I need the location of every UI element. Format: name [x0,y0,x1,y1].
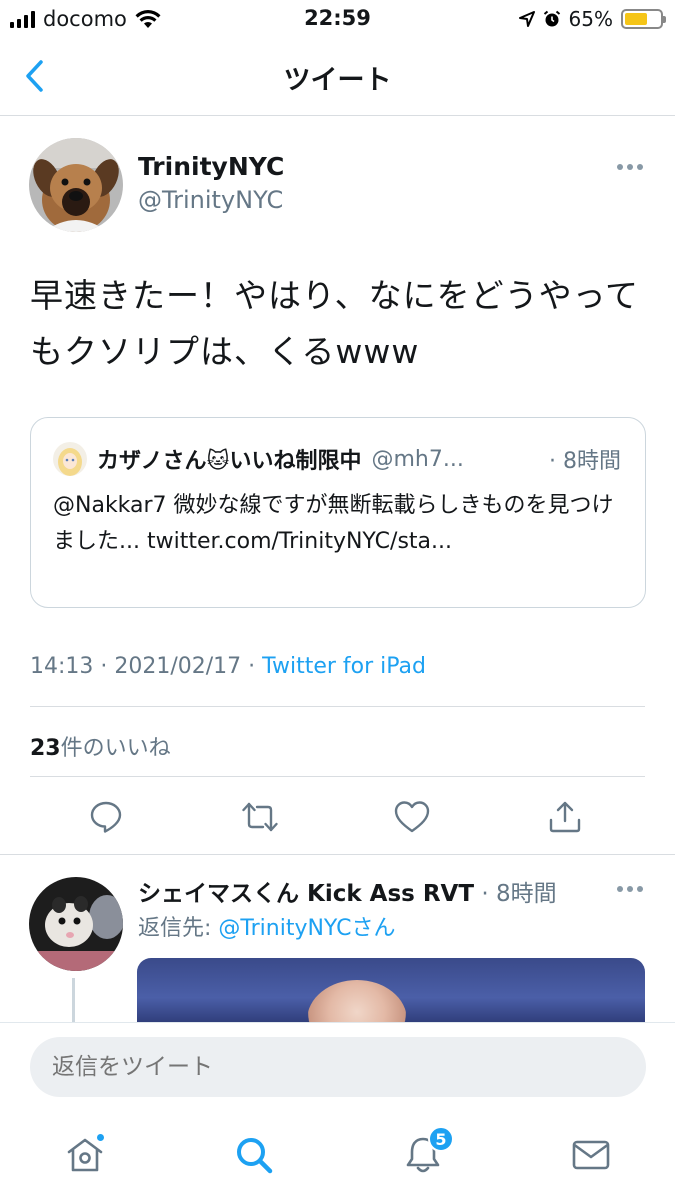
likes-label: 件のいいね [60,736,171,761]
divider [30,706,645,707]
battery-level [625,13,648,25]
tweet-text: 早速きたー！やはり、なにをどうやってもクソリプは、くるwww [30,276,640,371]
reply-author-avatar[interactable] [29,877,123,971]
more-icon-dot [627,164,633,170]
quoted-tweet-header: カザノさん🐱いいね制限中 @mh7... · 8時間 [53,442,621,476]
tab-search[interactable] [227,1128,281,1182]
retweet-icon [242,802,278,832]
battery-percent: 65% [568,7,613,31]
likes-count-link[interactable]: 23件のいいね [30,730,171,762]
search-icon [237,1138,273,1174]
reply-header: シェイマスくん Kick Ass RVT · 8時間 [138,874,557,908]
more-icon-dot [617,164,623,170]
alarm-icon [543,10,560,27]
divider [30,776,645,777]
status-right: 65% [518,7,666,31]
media-person-shape [307,980,407,1024]
tweet-timestamp: 14:13 · 2021/02/17 · [30,654,263,679]
quoted-tweet-card[interactable]: カザノさん🐱いいね制限中 @mh7... · 8時間 @Nakkar7 微妙な線… [30,417,646,608]
tab-bar: 5 [0,1112,675,1200]
more-icon-dot [637,886,643,892]
reply-icon [90,801,122,833]
share-button[interactable] [543,795,587,839]
location-icon [518,11,535,27]
reply-input[interactable] [30,1037,646,1097]
reply-time: · 8時間 [474,881,557,907]
thread-line [72,978,75,1022]
reply-composer-bar [0,1022,675,1112]
reply-button[interactable] [84,795,128,839]
replying-to-link[interactable]: @TrinityNYCさん [218,916,395,941]
likes-count: 23 [30,736,61,761]
home-new-dot [95,1132,106,1143]
quoted-tweet-time: · 8時間 [549,449,621,474]
author-handle[interactable]: @TrinityNYC [138,186,283,214]
opossum-avatar-image [29,877,123,971]
quoted-tweet-text: @Nakkar7 微妙な線ですが無断転載らしきものを見つけました... twit… [53,493,614,554]
more-icon-dot [627,886,633,892]
author-name[interactable]: TrinityNYC [138,152,284,181]
tweet-actions [0,795,675,845]
section-divider [0,854,675,855]
reply-media-image[interactable] [137,958,645,1024]
reply-more-options-button[interactable] [617,886,643,892]
nav-header: ツイート [0,38,675,116]
replying-to: 返信先: @TrinityNYCさん [138,910,396,942]
status-bar: docomo 22:59 65% [0,0,675,38]
tab-notifications[interactable]: 5 [396,1126,454,1182]
heart-icon [394,801,430,833]
quoted-author-avatar [53,442,87,476]
battery-icon [621,9,666,29]
more-icon-dot [637,164,643,170]
more-options-button[interactable] [617,164,643,170]
author-avatar[interactable] [29,138,123,232]
quoted-author-name: カザノさん🐱いいね制限中 [97,449,362,474]
tab-messages[interactable] [564,1128,618,1182]
reply-author-name[interactable]: シェイマスくん Kick Ass RVT [138,881,474,907]
tweet-meta: 14:13 · 2021/02/17 · Twitter for iPad [30,654,426,679]
notification-badge: 5 [428,1126,454,1152]
share-icon [549,801,581,833]
quoted-author-handle: @mh7... [371,446,464,472]
more-icon-dot [617,886,623,892]
dog-avatar-image [29,138,123,232]
anime-avatar-image [53,442,87,476]
replying-to-prefix: 返信先: [138,916,219,941]
retweet-button[interactable] [238,795,282,839]
tab-home[interactable] [58,1128,112,1182]
like-button[interactable] [390,795,434,839]
page-title: ツイート [283,65,392,96]
envelope-icon [572,1140,610,1170]
tweet-source-link[interactable]: Twitter for iPad [262,654,426,679]
